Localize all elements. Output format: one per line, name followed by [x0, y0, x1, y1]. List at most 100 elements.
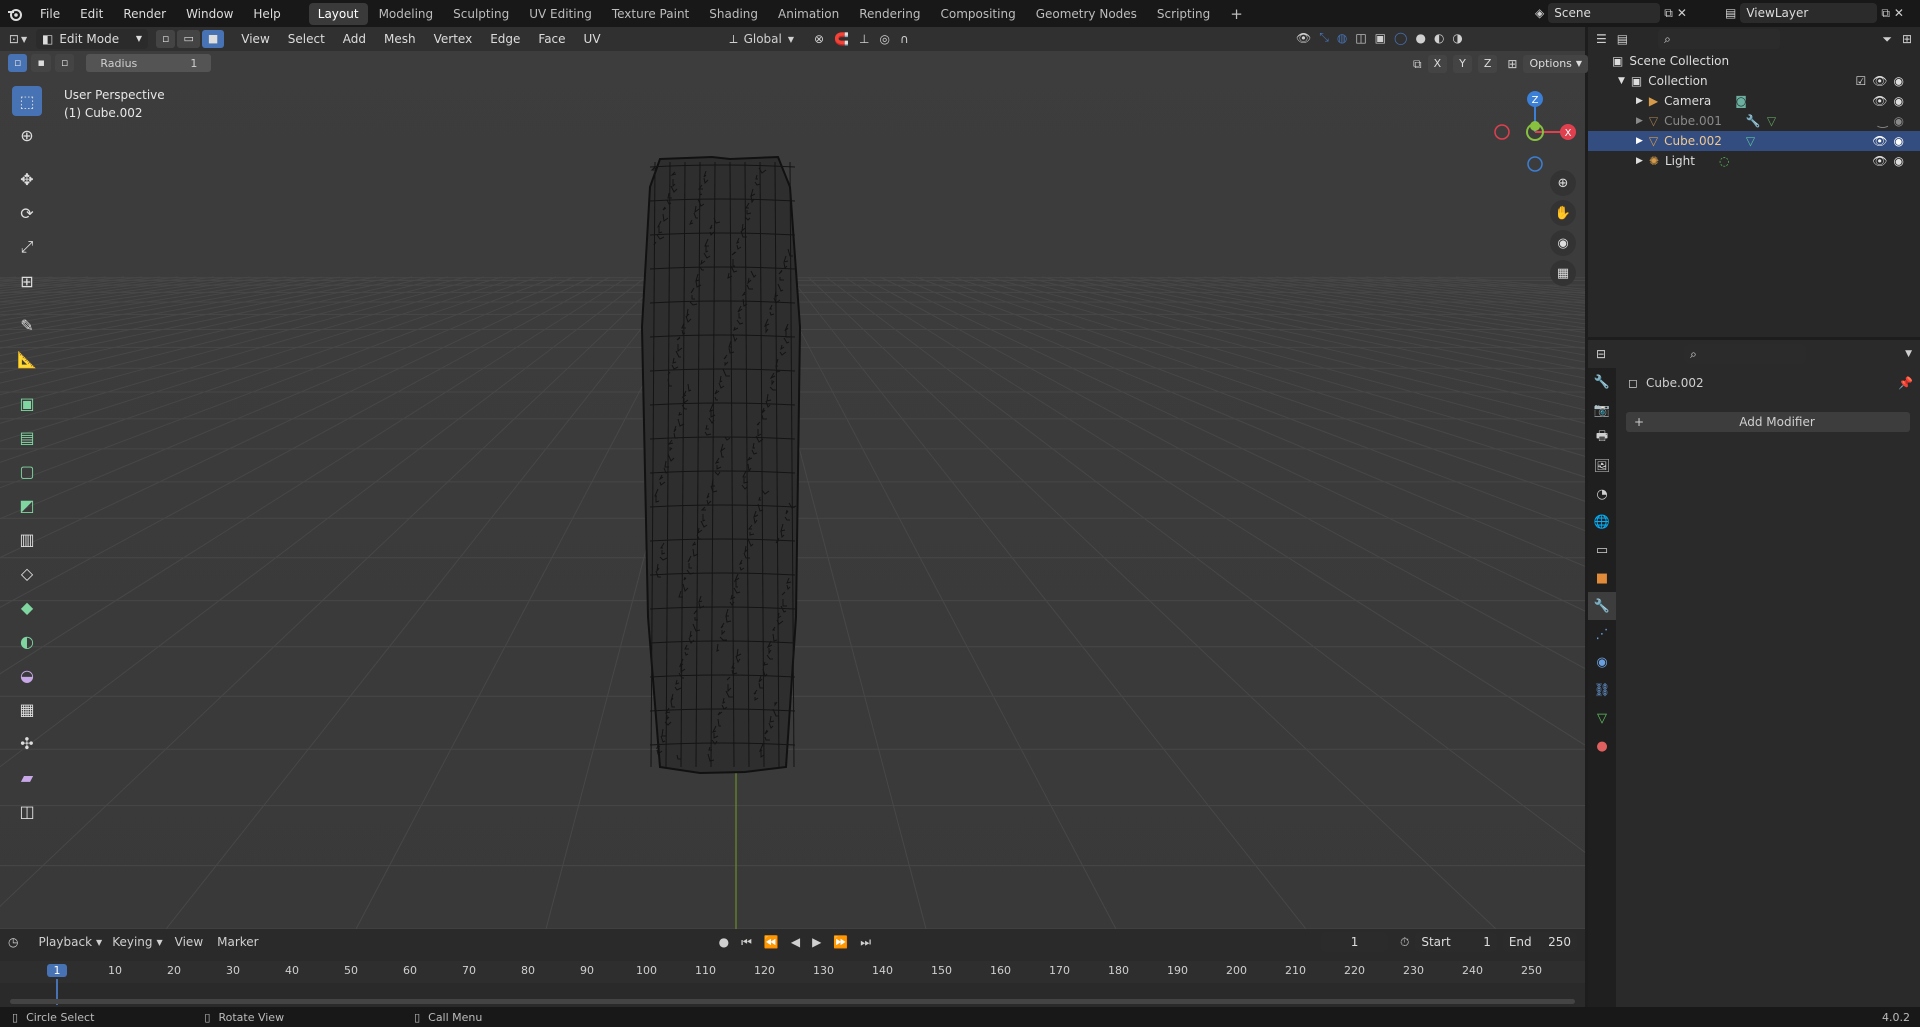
menu-add[interactable]: Add — [334, 32, 375, 46]
object-tab-icon[interactable]: ■ — [1588, 564, 1616, 592]
display-mode-icon[interactable]: ▤ — [1617, 32, 1628, 46]
add-modifier-button[interactable]: + Add Modifier — [1626, 412, 1910, 432]
tab-scripting[interactable]: Scripting — [1148, 3, 1219, 25]
spin-tool[interactable]: ◐ — [12, 626, 42, 656]
next-keyframe-icon[interactable]: ⏩ — [833, 935, 848, 949]
stopwatch-icon[interactable]: ⏱ — [1400, 935, 1409, 950]
menu-view[interactable]: View — [232, 32, 278, 46]
xray-icon[interactable]: ▣ — [1375, 31, 1386, 45]
material-shading-icon[interactable]: ◐ — [1434, 31, 1444, 45]
measure-tool[interactable]: 📐 — [12, 344, 42, 374]
axis-z-button[interactable]: Z — [1477, 55, 1498, 73]
tab-compositing[interactable]: Compositing — [931, 3, 1024, 25]
solid-shading-icon[interactable]: ● — [1415, 31, 1425, 45]
menu-mesh[interactable]: Mesh — [375, 32, 425, 46]
new-viewlayer-icon[interactable]: ⧉ — [1881, 6, 1890, 21]
zoom-icon[interactable]: ⊕ — [1550, 170, 1576, 196]
rendered-shading-icon[interactable]: ◑ — [1452, 31, 1462, 45]
scene-field[interactable]: Scene — [1548, 3, 1661, 23]
select-box-tool[interactable]: ⬚ — [12, 86, 42, 116]
visibility-toggles[interactable]: 👁◉ — [1872, 134, 1910, 148]
outliner-row-scene-collection[interactable]: ▣ Scene Collection — [1588, 51, 1920, 71]
inset-tool[interactable]: ▢ — [12, 456, 42, 486]
properties-editor-icon[interactable]: ⊟ — [1596, 347, 1606, 361]
add-workspace-button[interactable]: + — [1221, 3, 1252, 25]
menu-file[interactable]: File — [30, 7, 70, 21]
wireframe-shading-icon[interactable]: ◯ — [1394, 31, 1407, 45]
pan-hand-icon[interactable]: ✋ — [1550, 200, 1576, 226]
physics-tab-icon[interactable]: ◉ — [1588, 648, 1616, 676]
menu-face[interactable]: Face — [529, 32, 574, 46]
face-select-icon[interactable]: ■ — [201, 30, 225, 48]
delete-scene-icon[interactable]: ✕ — [1677, 6, 1687, 20]
edge-select-icon[interactable]: ▭ — [177, 30, 200, 48]
editor-type-selector[interactable]: ⊡ ▼ — [0, 32, 36, 46]
chevron-down-icon[interactable]: ▼ — [1905, 349, 1912, 359]
menu-playback[interactable]: Playback — [38, 935, 92, 949]
pin-icon[interactable]: 📌 — [1898, 376, 1913, 390]
expand-icon[interactable]: ▶ — [1636, 116, 1643, 126]
transform-orientation[interactable]: ⟂ Global ▼ — [730, 32, 794, 47]
menu-select[interactable]: Select — [279, 32, 334, 46]
prev-keyframe-icon[interactable]: ⏪ — [764, 935, 779, 949]
data-tab-icon[interactable]: ▽ — [1588, 704, 1616, 732]
world-tab-icon[interactable]: 🌐 — [1588, 508, 1616, 536]
outliner-row-collection[interactable]: ▼ ▣ Collection ☑👁◉ — [1588, 71, 1920, 91]
record-icon[interactable]: ● — [719, 935, 729, 949]
knife-tool[interactable]: ◇ — [12, 558, 42, 588]
tab-animation[interactable]: Animation — [769, 3, 848, 25]
edge-slide-tool[interactable]: ▦ — [12, 694, 42, 724]
menu-marker[interactable]: Marker — [217, 935, 258, 949]
axis-x-button[interactable]: X — [1427, 55, 1448, 73]
menu-help[interactable]: Help — [243, 7, 290, 21]
vertex-select-icon[interactable]: ▫ — [156, 30, 176, 48]
poly-build-tool[interactable]: ◆ — [12, 592, 42, 622]
expand-icon[interactable]: ▶ — [1636, 156, 1643, 166]
snap-icon[interactable]: 🧲 — [834, 32, 849, 46]
delete-viewlayer-icon[interactable]: ✕ — [1894, 6, 1904, 20]
rip-tool[interactable]: ◫ — [12, 796, 42, 826]
tab-shading[interactable]: Shading — [700, 3, 767, 25]
timeline-scrollbar[interactable] — [10, 999, 1575, 1004]
outliner-editor-icon[interactable]: ☰ — [1596, 32, 1607, 46]
tab-rendering[interactable]: Rendering — [850, 3, 929, 25]
outliner-search[interactable]: ⌕ — [1658, 29, 1781, 49]
select-extend-icon[interactable]: ▪ — [31, 54, 51, 72]
output-tab-icon[interactable]: 🖶 — [1588, 424, 1616, 452]
tab-sculpting[interactable]: Sculpting — [444, 3, 518, 25]
new-scene-icon[interactable]: ⧉ — [1664, 6, 1673, 21]
new-collection-icon[interactable]: ⊞ — [1902, 32, 1912, 46]
expand-icon[interactable]: ▶ — [1636, 96, 1643, 106]
overlay-toggle-icon[interactable]: ◍ — [1337, 31, 1347, 45]
ortho-grid-icon[interactable]: ▦ — [1550, 260, 1576, 286]
modifier-tab-icon[interactable]: 🔧 — [1588, 592, 1616, 620]
menu-uv[interactable]: UV — [575, 32, 610, 46]
mode-selector[interactable]: ◧ Edit Mode ▼ — [36, 29, 148, 49]
proportional-edit-icon[interactable]: ◎ — [879, 32, 889, 46]
bevel-tool[interactable]: ◩ — [12, 490, 42, 520]
snap-settings-icon[interactable]: ⊞ — [1507, 57, 1517, 71]
move-tool[interactable]: ✥ — [12, 164, 42, 194]
axis-y-button[interactable]: Y — [1453, 55, 1472, 73]
view-layer-tab-icon[interactable]: 🖼 — [1588, 452, 1616, 480]
annotate-tool[interactable]: ✎ — [12, 310, 42, 340]
tab-uv-editing[interactable]: UV Editing — [520, 3, 601, 25]
tab-geometry-nodes[interactable]: Geometry Nodes — [1027, 3, 1146, 25]
blender-logo-icon[interactable] — [0, 6, 30, 22]
shrink-fatten-tool[interactable]: ✣ — [12, 728, 42, 758]
snap-target-icon[interactable]: ⊥ — [859, 32, 869, 46]
outliner-row-light[interactable]: ▶ ✺ Light ◌ 👁◉ — [1588, 151, 1920, 171]
play-reverse-icon[interactable]: ◀ — [791, 935, 800, 949]
visibility-toggles[interactable]: 👁◉ — [1872, 94, 1910, 108]
rotate-tool[interactable]: ⟳ — [12, 198, 42, 228]
menu-keying[interactable]: Keying — [112, 935, 152, 949]
outliner-row-camera[interactable]: ▶ ▶ Camera ◙ 👁◉ — [1588, 91, 1920, 111]
mesh-edit-overlay-icon[interactable]: ◫ — [1355, 31, 1366, 45]
menu-edge[interactable]: Edge — [481, 32, 529, 46]
collection-tab-icon[interactable]: ▭ — [1588, 536, 1616, 564]
particles-tab-icon[interactable]: ⋰ — [1588, 620, 1616, 648]
3d-viewport[interactable]: User Perspective (1) Cube.002 ⬚ ⊕ ✥ ⟳ ⤢ … — [0, 27, 1585, 929]
tab-layout[interactable]: Layout — [308, 2, 368, 25]
scale-tool[interactable]: ⤢ — [12, 232, 42, 262]
frame-ruler[interactable]: 1 10 20 30 40 50 60 70 80 90 100 110 120 130 140 150 160… — [0, 961, 1585, 1005]
